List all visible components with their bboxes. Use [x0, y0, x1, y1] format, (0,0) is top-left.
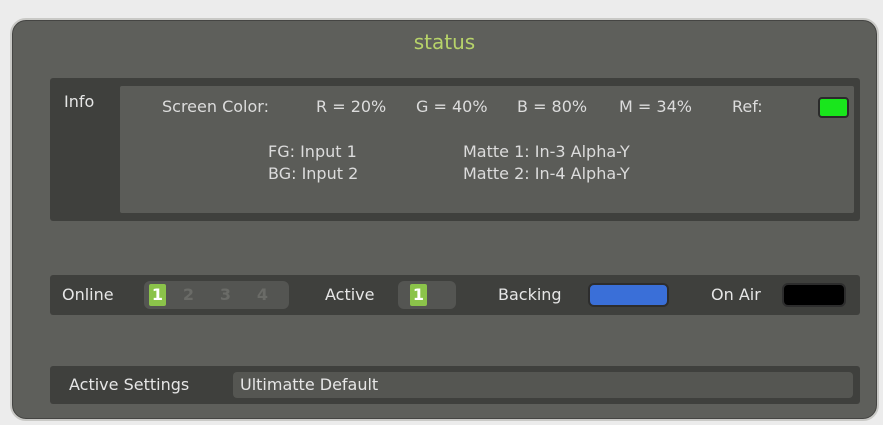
screen-color-r: R = 20% — [316, 97, 387, 116]
active-settings-bar: Active Settings Ultimatte Default — [50, 366, 860, 404]
online-inputs: 1 2 3 4 — [144, 281, 289, 309]
backing-label: Backing — [498, 285, 562, 304]
matte1-source: Matte 1: In-3 Alpha-Y — [463, 142, 630, 161]
panel-title: status — [413, 30, 476, 54]
screen-color-m: M = 34% — [619, 97, 692, 116]
screen-color-g: G = 40% — [416, 97, 488, 116]
online-input-1: 1 — [149, 284, 166, 306]
fg-source: FG: Input 1 — [268, 142, 357, 161]
on-air-label: On Air — [711, 285, 761, 304]
matte2-source: Matte 2: In-4 Alpha-Y — [463, 164, 630, 183]
bg-source: BG: Input 2 — [268, 164, 359, 183]
ref-label: Ref: — [732, 97, 763, 116]
active-settings-label: Active Settings — [69, 375, 190, 394]
on-air-color-swatch — [782, 283, 846, 307]
info-label: Info — [64, 92, 95, 111]
online-input-3: 3 — [219, 285, 232, 304]
active-input-1: 1 — [410, 284, 427, 306]
screen-color-b: B = 80% — [517, 97, 588, 116]
online-input-4: 4 — [256, 285, 269, 304]
status-bar: Online 1 2 3 4 Active 1 Backing On Air — [50, 275, 860, 315]
online-input-2: 2 — [182, 285, 195, 304]
active-input-group: 1 — [398, 281, 456, 309]
info-readout: Screen Color: R = 20% G = 40% B = 80% M … — [120, 86, 854, 213]
info-section: Info Screen Color: R = 20% G = 40% B = 8… — [50, 78, 860, 221]
active-settings-value-field: Ultimatte Default — [233, 372, 853, 398]
active-settings-value: Ultimatte Default — [240, 375, 379, 394]
status-panel: status Info Screen Color: R = 20% G = 40… — [10, 18, 879, 421]
backing-color-swatch — [588, 283, 669, 307]
screen-color-label: Screen Color: — [162, 97, 269, 116]
ref-color-swatch — [818, 97, 849, 118]
online-label: Online — [62, 285, 114, 304]
active-label: Active — [325, 285, 375, 304]
